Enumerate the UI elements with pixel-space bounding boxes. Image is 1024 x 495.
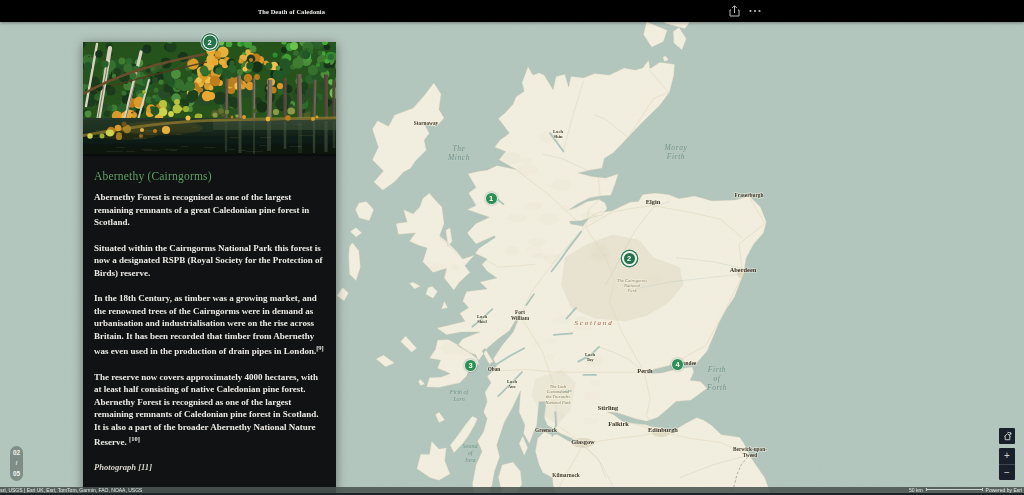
home-icon <box>1002 431 1013 442</box>
map-label: Perth <box>637 367 653 374</box>
ellipsis-icon <box>749 9 761 13</box>
map-label: Oban <box>488 366 501 372</box>
tour-photo[interactable] <box>83 42 336 156</box>
storymap-stage: The Death of Caledonia <box>0 0 1024 495</box>
tour-map-marker-3[interactable]: 3 <box>464 359 477 372</box>
scale-bar <box>926 488 983 491</box>
map-label: Fraserburgh <box>735 192 764 198</box>
map-label: Kilmarnock <box>552 472 579 478</box>
tour-map-marker-1[interactable]: 1 <box>485 192 498 205</box>
map-label: Falkirk <box>608 420 629 427</box>
default-extent-button[interactable] <box>999 428 1015 444</box>
tour-stop-badge: 2 <box>203 36 216 49</box>
map-label: Glasgow <box>571 438 595 445</box>
map-label: Elgin <box>646 198 661 205</box>
share-icon <box>729 5 740 17</box>
map-label: Scotland <box>575 319 614 327</box>
map-label: LochAwe <box>507 379 517 389</box>
story-header: The Death of Caledonia <box>0 0 1024 22</box>
powered-by-esri[interactable]: Powered by Esri <box>986 487 1022 493</box>
header-actions <box>728 0 761 22</box>
tour-progress-current: 02 <box>13 450 20 456</box>
tour-panel-body: Abernethy (Cairngorms) Abernethy Forest … <box>83 156 336 472</box>
map-label: LochShin <box>553 129 563 139</box>
attribution-sources: Esri, USGS | Esri UK, Esri, TomTom, Garm… <box>0 487 142 493</box>
tour-paragraph: The reserve now covers approximately 400… <box>94 371 326 449</box>
attribution-right: 50 km Powered by Esri <box>909 487 1022 493</box>
share-button[interactable] <box>728 5 741 18</box>
map-label: LochShiel <box>477 314 488 324</box>
scale-label: 50 km <box>909 487 923 493</box>
tour-stop-title: Abernethy (Cairngorms) <box>94 170 326 182</box>
tour-stop-description: Abernethy Forest is recognised as one of… <box>94 191 326 449</box>
more-options-button[interactable] <box>748 5 761 18</box>
footnote-ref[interactable]: [9] <box>316 344 324 351</box>
map-label: Greenock <box>535 427 557 433</box>
tour-panel: 2 <box>83 42 336 495</box>
map-label: MorayFirth <box>664 143 688 161</box>
map-label: Edinburgh <box>648 426 678 433</box>
tour-map-marker-4[interactable]: 4 <box>671 358 684 371</box>
tour-paragraph: Situated within the Cairngorms National … <box>94 242 326 280</box>
tour-progress-separator: / <box>16 460 18 466</box>
map-label: Aberdeen <box>730 266 757 273</box>
tour-progress-indicator[interactable]: 02 / 05 <box>10 446 23 481</box>
story-title: The Death of Caledonia <box>258 8 325 15</box>
zoom-out-button[interactable]: − <box>999 464 1015 480</box>
map-label: Stirling <box>598 404 619 411</box>
tour-paragraph: In the 18th Century, as timber was a gro… <box>94 292 326 358</box>
zoom-in-button[interactable]: + <box>999 448 1015 464</box>
footnote-ref[interactable]: [10] <box>129 435 140 442</box>
tour-map-marker-2[interactable]: 2 <box>623 252 636 265</box>
photo-scene <box>83 42 336 156</box>
map-label: Stornoway <box>414 120 439 126</box>
zoom-controls: + − <box>999 448 1015 480</box>
photo-caption: Photograph [11] <box>94 462 326 472</box>
tour-photo-graphic <box>83 42 336 156</box>
tour-paragraph: Abernethy Forest is recognised as one of… <box>94 191 326 229</box>
tour-progress-total: 05 <box>13 471 20 477</box>
